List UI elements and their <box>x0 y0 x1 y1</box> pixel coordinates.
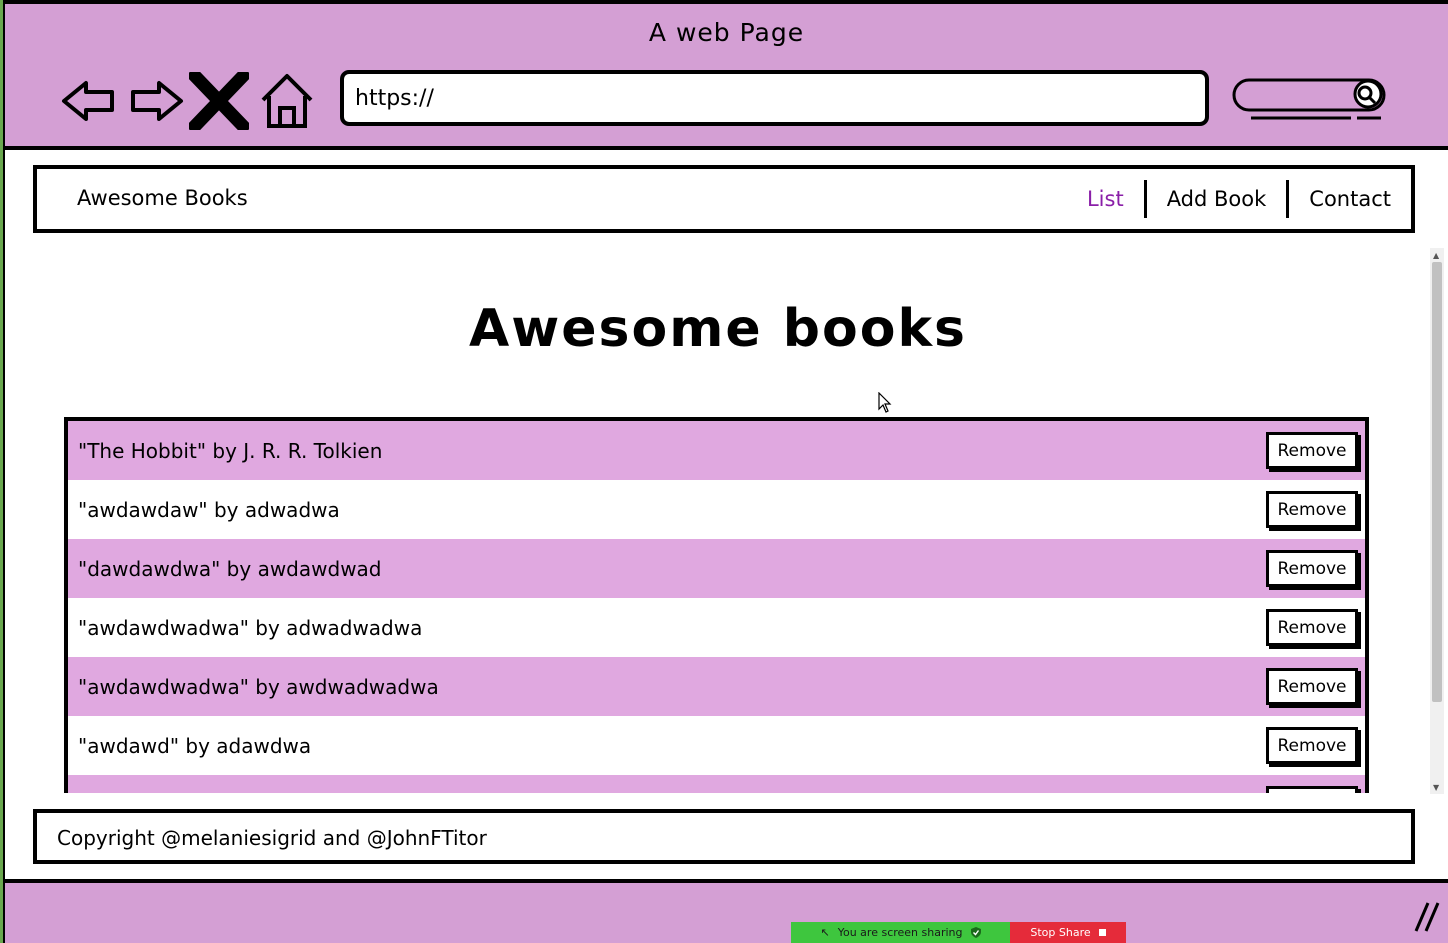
site-brand[interactable]: Awesome Books <box>77 186 248 210</box>
site-footer: Copyright @melaniesigrid and @JohnFTitor <box>33 809 1415 864</box>
nav-link-add-book[interactable]: Add Book <box>1147 180 1287 218</box>
book-row <box>68 775 1365 793</box>
back-arrow-icon[interactable] <box>60 72 120 130</box>
screen-share-status: ↖ You are screen sharing <box>791 922 1010 943</box>
content-scroll-area[interactable]: Awesome books "The Hobbit" by J. R. R. T… <box>5 235 1448 793</box>
search-widget[interactable] <box>1231 74 1391 126</box>
nav-links: List Add Book Contact <box>1067 179 1411 219</box>
stop-share-label: Stop Share <box>1030 926 1091 939</box>
scroll-down-icon[interactable]: ▼ <box>1433 783 1439 792</box>
remove-button[interactable]: Remove <box>1266 668 1358 705</box>
book-title: "dawdawdwa" by awdawdwad <box>78 556 382 581</box>
remove-button[interactable]: Remove <box>1266 432 1358 469</box>
screen-share-status-text: You are screen sharing <box>837 926 963 939</box>
remove-button[interactable]: Remove <box>1266 550 1358 587</box>
remove-button[interactable]: Remove <box>1266 491 1358 528</box>
nav-link-list[interactable]: List <box>1067 180 1144 218</box>
remove-button[interactable] <box>1266 786 1358 793</box>
browser-chrome: A web Page <box>5 0 1448 150</box>
footer-copyright: Copyright @melaniesigrid and @JohnFTitor <box>57 826 487 850</box>
book-row: "dawdawdwa" by awdawdwad Remove <box>68 539 1365 598</box>
remove-button[interactable]: Remove <box>1266 727 1358 764</box>
book-title: "awdawdwadwa" by awdwadwadwa <box>78 674 439 699</box>
resize-grip-icon[interactable] <box>1412 899 1442 933</box>
stop-share-button[interactable]: Stop Share <box>1010 922 1126 943</box>
scroll-up-icon[interactable]: ▲ <box>1433 251 1439 260</box>
remove-button[interactable]: Remove <box>1266 609 1358 646</box>
close-x-icon[interactable] <box>185 66 253 136</box>
book-row: "awdawd" by adawdwa Remove <box>68 716 1365 775</box>
url-field[interactable] <box>340 70 1209 126</box>
book-row: "awdawdaw" by adwadwa Remove <box>68 480 1365 539</box>
window-title: A web Page <box>648 18 805 47</box>
vertical-scrollbar[interactable]: ▲ ▼ <box>1430 248 1444 794</box>
book-row: "awdawdwadwa" by awdwadwadwa Remove <box>68 657 1365 716</box>
scrollbar-thumb[interactable] <box>1432 262 1442 702</box>
book-title: "awdawd" by adawdwa <box>78 733 312 758</box>
forward-arrow-icon[interactable] <box>125 72 185 130</box>
magnifier-icon <box>1357 85 1377 105</box>
share-handle-icon: ↖ <box>820 926 830 939</box>
screen-share-bar: ↖ You are screen sharing Stop Share <box>791 922 1126 943</box>
book-row: "The Hobbit" by J. R. R. Tolkien Remove <box>68 421 1365 480</box>
book-title: "awdawdaw" by adwadwa <box>78 497 340 522</box>
book-list: "The Hobbit" by J. R. R. Tolkien Remove … <box>64 417 1369 793</box>
mouse-cursor-icon <box>878 392 892 413</box>
home-icon[interactable] <box>257 72 317 130</box>
stop-square-icon <box>1098 929 1106 936</box>
site-navbar: Awesome Books List Add Book Contact <box>33 165 1415 233</box>
shield-check-icon <box>970 927 981 938</box>
nav-link-contact[interactable]: Contact <box>1289 180 1411 218</box>
book-title: "The Hobbit" by J. R. R. Tolkien <box>78 438 383 463</box>
book-row: "awdawdwadwa" by adwadwadwa Remove <box>68 598 1365 657</box>
page-title: Awesome books <box>469 299 967 359</box>
book-title: "awdawdwadwa" by adwadwadwa <box>78 615 423 640</box>
browser-status-bar <box>5 879 1448 943</box>
